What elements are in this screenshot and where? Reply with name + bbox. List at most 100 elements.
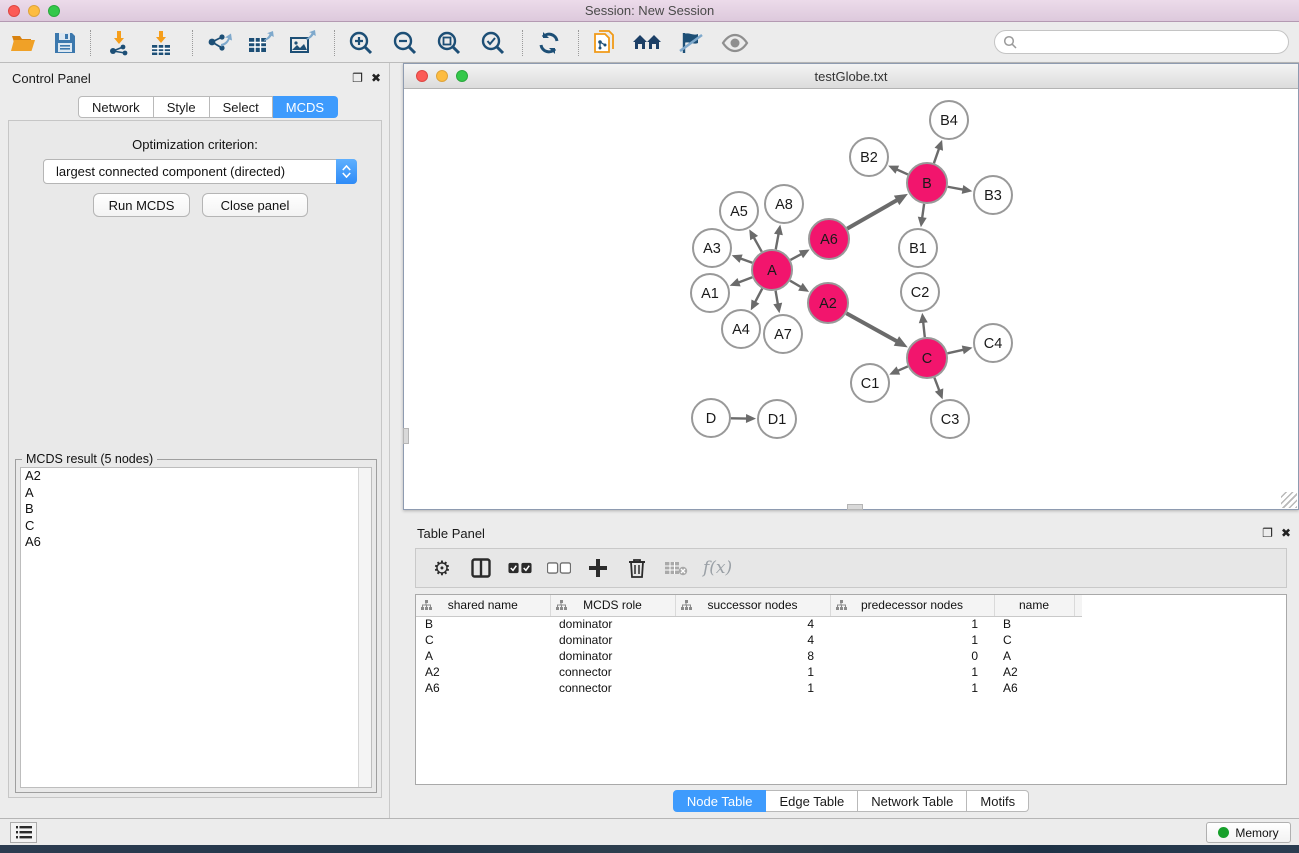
duplicate-network-icon[interactable]	[590, 29, 620, 57]
zoom-in-icon[interactable]	[346, 29, 376, 57]
network-zoom-button[interactable]	[456, 70, 468, 82]
graph-edge[interactable]	[947, 350, 963, 354]
control-panel-close-icon[interactable]: ✖	[371, 71, 381, 85]
mcds-result-list[interactable]: A2ABCA6	[20, 467, 372, 788]
tab-network-table[interactable]: Network Table	[858, 790, 967, 812]
graph-edge[interactable]	[934, 378, 939, 391]
import-network-icon[interactable]	[104, 29, 134, 57]
table-panel-float-icon[interactable]: ❐	[1262, 526, 1273, 540]
graph-edge[interactable]	[847, 200, 897, 229]
network-minimize-button[interactable]	[436, 70, 448, 82]
table-panel-close-icon[interactable]: ✖	[1281, 526, 1291, 540]
graph-edge[interactable]	[790, 281, 801, 288]
add-column-icon[interactable]	[586, 556, 610, 580]
search-field[interactable]	[994, 30, 1289, 54]
save-session-icon[interactable]	[50, 29, 80, 57]
zoom-fit-icon[interactable]	[434, 29, 464, 57]
result-item[interactable]: A2	[21, 468, 371, 485]
graph-edge[interactable]	[776, 234, 779, 250]
column-header-successor-nodes[interactable]: successor nodes	[675, 595, 830, 616]
result-item[interactable]: C	[21, 518, 371, 535]
graph-node[interactable]: B2	[850, 138, 888, 176]
graph-edge[interactable]	[922, 204, 924, 218]
graph-node-mcds[interactable]: C	[907, 338, 947, 378]
tab-mcds[interactable]: MCDS	[273, 96, 338, 118]
result-item[interactable]: A	[21, 485, 371, 502]
graph-node[interactable]: A8	[765, 185, 803, 223]
column-header-shared-name[interactable]: shared name	[416, 595, 550, 616]
graph-node[interactable]: C4	[974, 324, 1012, 362]
criterion-dropdown[interactable]: largest connected component (directed)	[43, 159, 357, 184]
export-table-icon[interactable]	[246, 29, 276, 57]
minimize-window-button[interactable]	[28, 5, 40, 17]
show-columns-icon[interactable]	[469, 556, 493, 580]
network-close-button[interactable]	[416, 70, 428, 82]
graph-edge[interactable]	[790, 254, 801, 260]
graph-node[interactable]: D1	[758, 400, 796, 438]
table-settings-gear-icon[interactable]: ⚙	[430, 556, 454, 580]
tab-motifs[interactable]: Motifs	[967, 790, 1029, 812]
import-table-icon[interactable]	[146, 29, 176, 57]
select-all-columns-icon[interactable]	[508, 556, 532, 580]
run-mcds-button[interactable]: Run MCDS	[93, 193, 190, 217]
tab-style[interactable]: Style	[154, 96, 210, 118]
graph-edge[interactable]	[846, 313, 897, 341]
memory-button[interactable]: Memory	[1206, 822, 1291, 843]
graph-node[interactable]: C2	[901, 273, 939, 311]
task-history-button[interactable]	[10, 822, 37, 843]
search-input[interactable]	[1021, 35, 1288, 49]
graph-edge[interactable]	[738, 277, 752, 282]
export-network-icon[interactable]	[204, 29, 234, 57]
tab-edge-table[interactable]: Edge Table	[766, 790, 858, 812]
graph-node[interactable]: A3	[693, 229, 731, 267]
graph-node[interactable]: B3	[974, 176, 1012, 214]
window-resize-grip[interactable]	[1281, 492, 1297, 508]
result-list-scrollbar[interactable]	[358, 468, 371, 787]
result-item[interactable]: B	[21, 501, 371, 518]
deselect-all-columns-icon[interactable]	[547, 556, 571, 580]
graph-edge[interactable]	[740, 258, 752, 262]
graph-node[interactable]: A5	[720, 192, 758, 230]
graph-node[interactable]: C3	[931, 400, 969, 438]
graph-node[interactable]: D	[692, 399, 730, 437]
graph-node[interactable]: A4	[722, 310, 760, 348]
graph-edge[interactable]	[754, 237, 762, 251]
graph-node[interactable]: A1	[691, 274, 729, 312]
graph-edge[interactable]	[934, 148, 939, 163]
graph-node-mcds[interactable]: A6	[809, 219, 849, 259]
graph-edge[interactable]	[897, 366, 907, 371]
table-row[interactable]: Cdominator41C	[416, 632, 1082, 648]
open-session-icon[interactable]	[8, 29, 38, 57]
close-panel-button[interactable]: Close panel	[202, 193, 308, 217]
table-row[interactable]: A2connector11A2	[416, 664, 1082, 680]
column-header-name[interactable]: name	[994, 595, 1074, 616]
graph-node[interactable]: C1	[851, 364, 889, 402]
graph-node-mcds[interactable]: B	[907, 163, 947, 203]
result-item[interactable]: A6	[21, 534, 371, 551]
graph-edge[interactable]	[923, 322, 925, 337]
splitter-handle-bottom[interactable]	[847, 504, 863, 510]
graph-node-mcds[interactable]: A	[752, 250, 792, 290]
network-canvas[interactable]: A A1 A2 A3 A4 A5 A6 A7 A8 B B1 B2 B3B4 C C1 C2 C3C4 D D1	[404, 89, 1298, 509]
graph-node[interactable]: B1	[899, 229, 937, 267]
zoom-window-button[interactable]	[48, 5, 60, 17]
refresh-icon[interactable]	[534, 29, 564, 57]
toggle-graphics-details-icon[interactable]	[676, 29, 706, 57]
table-row[interactable]: Adominator80A	[416, 648, 1082, 664]
graph-node[interactable]: B4	[930, 101, 968, 139]
graph-edge[interactable]	[948, 187, 964, 190]
table-row[interactable]: A6connector11A6	[416, 680, 1082, 696]
export-image-icon[interactable]	[288, 29, 318, 57]
graph-edge[interactable]	[776, 291, 778, 305]
show-hide-eye-icon[interactable]	[720, 29, 750, 57]
graph-node-mcds[interactable]: A2	[808, 283, 848, 323]
graph-edge[interactable]	[896, 169, 907, 174]
graph-node[interactable]: A7	[764, 315, 802, 353]
network-window-titlebar[interactable]: testGlobe.txt	[404, 64, 1298, 89]
graph-edge[interactable]	[755, 289, 762, 303]
close-window-button[interactable]	[8, 5, 20, 17]
table-row[interactable]: Bdominator41B	[416, 616, 1082, 632]
zoom-selected-icon[interactable]	[478, 29, 508, 57]
column-header-predecessor-nodes[interactable]: predecessor nodes	[830, 595, 994, 616]
tab-node-table[interactable]: Node Table	[673, 790, 767, 812]
